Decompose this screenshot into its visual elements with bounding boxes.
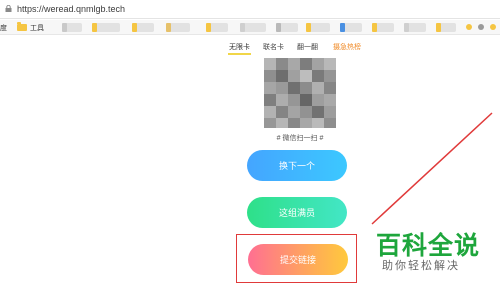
bookmark-item[interactable] [132,23,154,32]
bookmark-item[interactable] [92,23,120,32]
bookmark-icon[interactable] [466,24,472,30]
bookmark-icon[interactable] [490,24,496,30]
bookmark-truncated-label[interactable]: 度 [0,23,7,33]
group-full-button[interactable]: 这组满员 [247,197,347,228]
tab-unlimited-card[interactable]: 无限卡 [228,42,251,55]
bookmark-item[interactable] [372,23,394,32]
tab-joint-card[interactable]: 联名卡 [263,42,284,52]
bookmark-item[interactable] [276,23,298,32]
bookmark-item[interactable] [340,23,362,32]
qr-code-image [264,58,336,128]
qr-caption: # 微信扫一扫 # [276,135,324,142]
folder-icon [17,22,27,31]
bookmark-item[interactable] [62,23,82,32]
lock-icon [5,5,12,12]
watermark-subtitle: 助你轻松解决 [382,260,460,272]
bookmark-item[interactable] [166,23,190,32]
bookmark-folder-tools[interactable]: 工具 [17,22,44,33]
tab-flip[interactable]: 翻一翻 [297,42,318,52]
qr-code [264,58,336,128]
tab-hot-list[interactable]: 摄急热榜 [333,42,361,52]
bookmark-item[interactable] [240,23,266,32]
bookmark-icon[interactable] [478,24,484,30]
bookmark-item[interactable] [404,23,426,32]
card-tabs: 无限卡 联名卡 翻一翻 摄急热榜 [225,40,375,56]
address-bar[interactable]: https://weread.qnmlgb.tech [0,0,500,19]
bookmark-item[interactable] [206,23,228,32]
bookmark-folder-label: 工具 [30,24,44,32]
next-button[interactable]: 换下一个 [247,150,347,181]
bookmark-item[interactable] [306,23,330,32]
bookmarks-bar: 度 工具 [0,20,500,35]
url-text[interactable]: https://weread.qnmlgb.tech [17,4,125,14]
submit-link-button[interactable]: 提交链接 [248,244,348,275]
bookmark-item[interactable] [436,23,456,32]
